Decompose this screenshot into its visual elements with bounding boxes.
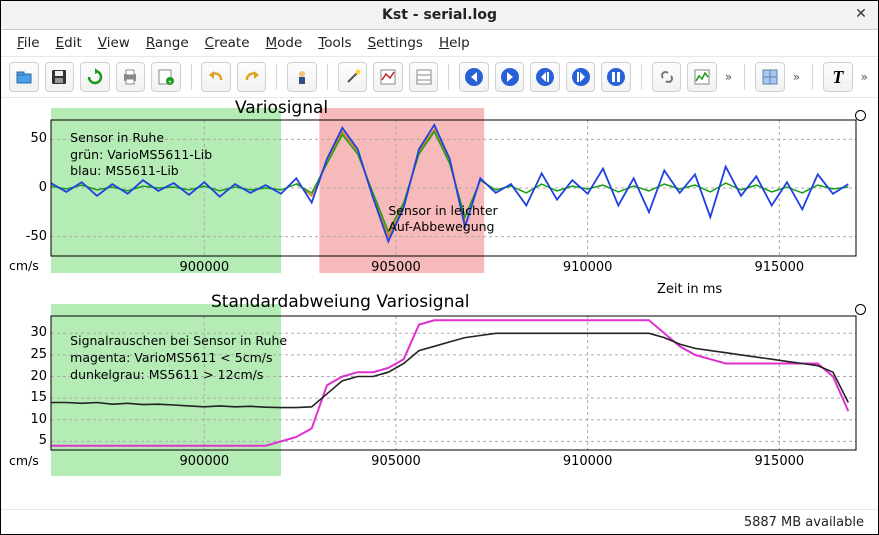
x-tick: 915000 bbox=[749, 454, 809, 469]
x-tick: 900000 bbox=[174, 454, 234, 469]
menubar: File Edit View Range Create Mode Tools S… bbox=[1, 30, 878, 57]
y-tick: 10 bbox=[19, 412, 47, 427]
grid-icon[interactable] bbox=[755, 62, 785, 92]
toolbar: + » » T » bbox=[1, 57, 878, 98]
y-unit-0: cm/s bbox=[9, 258, 39, 273]
toolbar-overflow-1[interactable]: » bbox=[723, 70, 734, 84]
menu-range[interactable]: Range bbox=[140, 33, 195, 53]
undo-icon[interactable] bbox=[201, 62, 231, 92]
menu-file[interactable]: File bbox=[11, 33, 46, 53]
chart-title-1: Standardabweiung Variosignal bbox=[211, 292, 470, 312]
menu-mode[interactable]: Mode bbox=[260, 33, 309, 53]
toolbar-overflow-3[interactable]: » bbox=[859, 70, 870, 84]
window-title: Kst - serial.log bbox=[1, 7, 878, 23]
y-tick: 20 bbox=[19, 369, 47, 384]
plot-area: Variosignal Standardabweiung Variosignal… bbox=[1, 98, 878, 509]
y-tick: 25 bbox=[19, 347, 47, 362]
y-tick: 30 bbox=[19, 325, 47, 340]
x-tick: 905000 bbox=[366, 454, 426, 469]
nav-pause-icon[interactable] bbox=[601, 62, 631, 92]
print-icon[interactable] bbox=[116, 62, 146, 92]
plot-menu-icon-1[interactable] bbox=[855, 304, 866, 315]
y-tick: -50 bbox=[19, 229, 47, 244]
menu-settings[interactable]: Settings bbox=[362, 33, 429, 53]
xaxis-label: Zeit in ms bbox=[657, 282, 722, 297]
annotation: Signalrauschen bei Sensor in Ruhe magent… bbox=[70, 333, 287, 384]
toolbar-overflow-2[interactable]: » bbox=[791, 70, 802, 84]
x-tick: 910000 bbox=[558, 454, 618, 469]
statusbar: 5887 MB available bbox=[1, 509, 878, 534]
y-tick: 15 bbox=[19, 390, 47, 405]
link-icon[interactable] bbox=[652, 62, 682, 92]
reload-icon[interactable] bbox=[80, 62, 110, 92]
wizard-icon[interactable] bbox=[287, 62, 317, 92]
nav-step-back-icon[interactable] bbox=[530, 62, 560, 92]
window: Kst - serial.log ✕ File Edit View Range … bbox=[0, 0, 879, 535]
save-icon[interactable] bbox=[45, 62, 75, 92]
y-tick: 50 bbox=[19, 131, 47, 146]
y-tick: 5 bbox=[19, 433, 47, 448]
chart-stddev bbox=[51, 304, 856, 476]
svg-text:+: + bbox=[167, 79, 172, 86]
annotation: Sensor in Ruhe grün: VarioMS5611-Lib bla… bbox=[70, 130, 212, 181]
nav-first-icon[interactable] bbox=[459, 62, 489, 92]
chart-icon[interactable] bbox=[687, 62, 717, 92]
x-tick: 915000 bbox=[749, 260, 809, 275]
menu-view[interactable]: View bbox=[92, 33, 136, 53]
open-icon[interactable] bbox=[9, 62, 39, 92]
edit-plot-icon[interactable] bbox=[373, 62, 403, 92]
redo-icon[interactable] bbox=[237, 62, 267, 92]
menu-tools[interactable]: Tools bbox=[312, 33, 357, 53]
menu-create[interactable]: Create bbox=[199, 33, 256, 53]
menu-help[interactable]: Help bbox=[433, 33, 476, 53]
chart-title-0: Variosignal bbox=[235, 98, 328, 118]
data-manager-icon[interactable] bbox=[409, 62, 439, 92]
log-icon[interactable]: + bbox=[151, 62, 181, 92]
x-tick: 900000 bbox=[174, 260, 234, 275]
y-unit-1: cm/s bbox=[9, 453, 39, 468]
plot-menu-icon-0[interactable] bbox=[855, 110, 866, 121]
wand-icon[interactable] bbox=[338, 62, 368, 92]
nav-prev-icon[interactable] bbox=[495, 62, 525, 92]
nav-step-fwd-icon[interactable] bbox=[566, 62, 596, 92]
close-icon[interactable]: ✕ bbox=[852, 5, 870, 23]
titlebar: Kst - serial.log ✕ bbox=[1, 1, 878, 30]
menu-edit[interactable]: Edit bbox=[50, 33, 88, 53]
y-tick: 0 bbox=[19, 180, 47, 195]
text-tool-icon[interactable]: T bbox=[823, 62, 853, 92]
x-tick: 910000 bbox=[558, 260, 618, 275]
x-tick: 905000 bbox=[366, 260, 426, 275]
annotation: Sensor in leichter Auf-Abbewegung bbox=[388, 203, 497, 237]
status-memory: 5887 MB available bbox=[744, 515, 864, 530]
